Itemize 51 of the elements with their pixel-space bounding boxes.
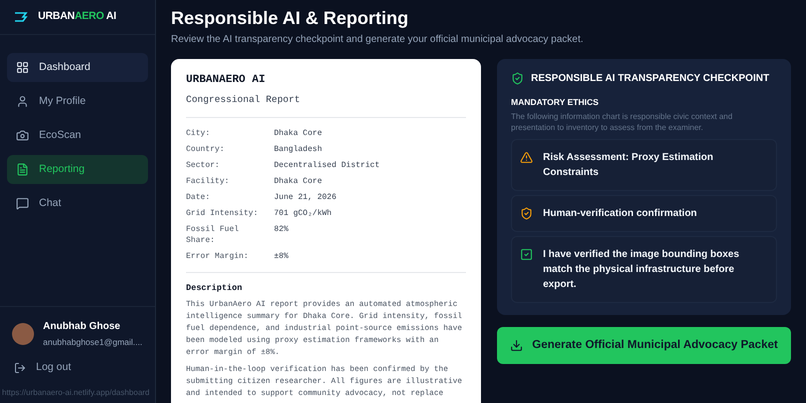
field-value: Decentralised District bbox=[274, 160, 380, 172]
field-value: 701 gCO₂/kWh bbox=[274, 208, 332, 220]
user-name: Anubhab Ghose bbox=[43, 320, 122, 334]
logo-text: URBANAERO AI bbox=[38, 8, 116, 24]
field-label: Grid Intensity: bbox=[186, 208, 260, 220]
report-subtitle: Congressional Report bbox=[186, 92, 302, 106]
report-brand: URBANAERO AI bbox=[186, 73, 266, 88]
field-label: Fossil Fuel Share: bbox=[186, 224, 240, 247]
field-label: City: bbox=[186, 128, 212, 140]
checkpoint-item-text: Human-verification confirmation bbox=[543, 206, 697, 221]
nav-item[interactable]: Chat bbox=[7, 189, 148, 218]
generate-button[interactable]: Generate Official Municipal Advocacy Packet bbox=[497, 326, 791, 364]
section-heading: MANDATORY ETHICS bbox=[511, 96, 600, 109]
field-value: 82% bbox=[274, 224, 288, 236]
avatar bbox=[12, 323, 34, 346]
nav-item[interactable]: My Profile bbox=[7, 87, 148, 116]
document-icon bbox=[16, 163, 29, 176]
checkpoint-item-text: I have verified the image bounding boxes match the physical infrastructure before export. bbox=[543, 248, 740, 292]
shield-icon bbox=[511, 72, 524, 85]
nav-item[interactable]: Reporting bbox=[7, 155, 148, 184]
field-value: Dhaka Core bbox=[274, 128, 322, 140]
user-email: anubhabghose1@gmail.... bbox=[43, 336, 142, 349]
chat-icon bbox=[16, 197, 29, 210]
field-value: Dhaka Core bbox=[274, 176, 322, 188]
checkpoint-title: RESPONSIBLE AI TRANSPARENCY CHECKPOINT bbox=[531, 72, 770, 86]
field-label: Country: bbox=[186, 144, 226, 156]
nav-item[interactable]: EcoScan bbox=[7, 121, 148, 150]
logout-icon bbox=[14, 362, 26, 374]
description-heading: Description bbox=[186, 282, 244, 294]
logo-icon bbox=[14, 12, 28, 22]
field-value: Bangladesh bbox=[274, 144, 322, 156]
field-label: Error Margin: bbox=[186, 251, 250, 263]
status-url: https://urbanaero-ai.netlify.app/dashboard bbox=[1, 387, 151, 399]
page-subtitle: Review the AI transparency checkpoint and generate your official municipal advocacy packet. bbox=[171, 33, 584, 47]
checkpoint-item-text: Risk Assessment: Proxy Estimation Constraints bbox=[543, 150, 714, 180]
field-value: June 21, 2026 bbox=[274, 192, 336, 204]
grid-icon bbox=[16, 61, 29, 74]
camera-icon bbox=[16, 129, 29, 142]
download-icon bbox=[510, 338, 524, 352]
page-title: Responsible AI & Reporting bbox=[171, 7, 410, 30]
shield-icon bbox=[520, 206, 533, 220]
nav-item[interactable]: Dashboard bbox=[7, 53, 148, 82]
warning-icon bbox=[520, 150, 533, 164]
field-label: Date: bbox=[186, 192, 212, 204]
user-icon bbox=[16, 95, 29, 108]
checkbox[interactable] bbox=[520, 248, 533, 261]
logout-button[interactable]: Log out bbox=[12, 359, 143, 377]
field-value: ±8% bbox=[274, 251, 288, 263]
section-description: The following information chart is responsible civic context and presentation to inventory to assess from the examiner. bbox=[511, 110, 734, 133]
field-label: Sector: bbox=[186, 160, 221, 172]
field-label: Facility: bbox=[186, 176, 230, 188]
